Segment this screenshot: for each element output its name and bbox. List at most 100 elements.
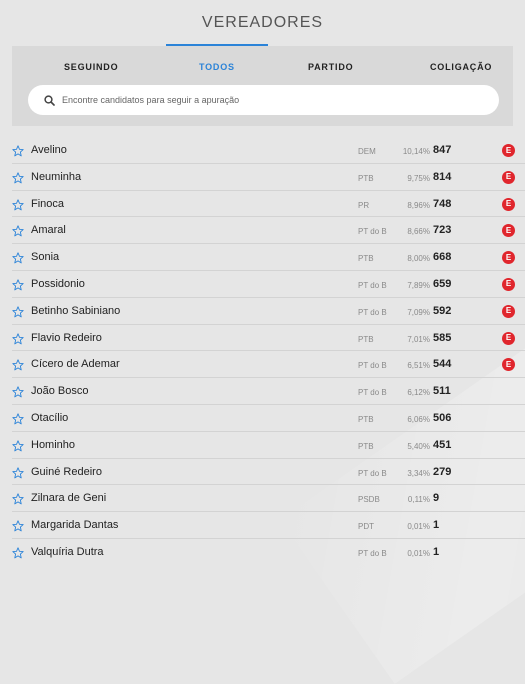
candidate-votes: 1 <box>433 545 440 558</box>
candidate-party: PT do B <box>358 548 387 558</box>
candidate-votes: 511 <box>433 385 451 398</box>
candidate-name: Cícero de Ademar <box>31 358 120 371</box>
candidate-votes: 451 <box>433 438 452 451</box>
candidate-name: Sonia <box>31 251 60 264</box>
candidate-percentage: 9,75% <box>407 173 430 183</box>
candidate-row[interactable]: Sonia PTB 8,00% 668 E <box>12 244 525 271</box>
star-icon[interactable] <box>12 412 24 425</box>
candidate-row[interactable]: Neuminha PTB 9,75% 814 E <box>12 164 525 191</box>
filter-panel: SEGUINDO TODOS PARTIDO COLIGAÇÃO <box>12 46 513 126</box>
candidate-party: PT do B <box>358 307 387 317</box>
candidate-percentage: 6,12% <box>407 388 430 398</box>
search-icon <box>42 93 56 107</box>
tab-bar: SEGUINDO TODOS PARTIDO COLIGAÇÃO <box>12 46 513 84</box>
candidate-votes: 585 <box>433 331 452 344</box>
candidate-name: Amaral <box>31 224 66 237</box>
candidate-votes: 506 <box>433 411 452 424</box>
candidate-party: PT do B <box>358 388 387 398</box>
candidate-party: PTB <box>358 334 374 344</box>
candidate-party: PDT <box>358 522 374 532</box>
candidate-row[interactable]: Zilnara de Geni PSDB 0,11% 9 <box>12 485 525 513</box>
candidate-row[interactable]: João Bosco PT do B 6,12% 511 <box>12 378 525 405</box>
candidate-percentage: 5,40% <box>407 441 430 451</box>
elected-badge: E <box>502 304 515 318</box>
candidate-name: Otacílio <box>31 411 69 424</box>
star-icon[interactable] <box>12 492 24 505</box>
star-icon[interactable] <box>12 198 24 210</box>
candidate-name: Flavio Redeiro <box>31 331 102 344</box>
candidate-name: Neuminha <box>31 170 82 183</box>
elected-badge: E <box>502 197 515 211</box>
candidate-name: Finoca <box>31 197 65 210</box>
candidate-name: Guiné Redeiro <box>31 465 102 478</box>
candidate-percentage: 8,66% <box>407 227 430 237</box>
star-icon[interactable] <box>12 251 24 264</box>
candidate-party: PTB <box>358 254 374 264</box>
elected-badge: E <box>502 224 515 238</box>
candidate-name: Avelino <box>31 144 67 156</box>
search-bar[interactable] <box>28 85 499 115</box>
star-icon[interactable] <box>12 171 24 184</box>
candidate-row[interactable]: Otacílio PTB 6,06% 506 <box>12 405 525 432</box>
candidate-party: PT do B <box>358 280 387 290</box>
candidate-row[interactable]: Flavio Redeiro PTB 7,01% 585 E <box>12 325 525 352</box>
tab-todos[interactable]: TODOS <box>199 62 235 72</box>
elected-badge: E <box>502 331 515 345</box>
star-icon[interactable] <box>12 305 24 318</box>
candidate-name: Zilnara de Geni <box>31 492 107 505</box>
tab-coligacao[interactable]: COLIGAÇÃO <box>430 62 492 72</box>
candidate-party: PTB <box>358 414 374 424</box>
candidate-list: Avelino DEM 10,14% 847 E Neuminha PTB 9,75% 814 E… <box>12 137 525 566</box>
candidate-row[interactable]: Cícero de Ademar PT do B 6,51% 544 E <box>12 351 525 379</box>
candidate-votes: 659 <box>433 277 452 290</box>
candidate-name: João Bosco <box>31 385 89 398</box>
search-input[interactable] <box>62 95 482 105</box>
elected-badge: E <box>502 251 515 265</box>
candidate-row[interactable]: Valquíria Dutra PT do B 0,01% 1 <box>12 539 525 566</box>
candidate-percentage: 6,06% <box>407 414 430 424</box>
candidate-row[interactable]: Avelino DEM 10,14% 847 E <box>12 137 525 164</box>
elected-badge: E <box>502 277 515 291</box>
candidate-votes: 847 <box>433 144 452 156</box>
star-icon[interactable] <box>12 385 24 398</box>
candidate-party: PT do B <box>358 361 387 371</box>
star-icon[interactable] <box>12 358 24 371</box>
star-icon[interactable] <box>12 466 24 478</box>
candidate-votes: 668 <box>433 251 452 264</box>
candidate-row[interactable]: Guiné Redeiro PT do B 3,34% 279 <box>12 459 525 486</box>
candidate-name: Hominho <box>31 438 76 451</box>
tab-partido[interactable]: PARTIDO <box>308 62 353 72</box>
candidate-percentage: 0,01% <box>407 548 430 558</box>
elected-badge: E <box>502 358 515 372</box>
candidate-votes: 544 <box>433 358 452 371</box>
candidate-row[interactable]: Finoca PR 8,96% 748 E <box>12 191 525 218</box>
candidate-percentage: 0,11% <box>407 495 430 505</box>
star-icon[interactable] <box>12 278 24 291</box>
candidate-party: PTB <box>358 173 374 183</box>
candidate-votes: 279 <box>433 465 452 478</box>
candidate-votes: 592 <box>433 304 452 317</box>
candidate-votes: 9 <box>433 492 440 505</box>
star-icon[interactable] <box>12 144 24 157</box>
star-icon[interactable] <box>12 546 24 559</box>
candidate-row[interactable]: Amaral PT do B 8,66% 723 E <box>12 217 525 245</box>
star-icon[interactable] <box>12 224 24 237</box>
star-icon[interactable] <box>12 332 24 344</box>
candidate-percentage: 8,00% <box>407 254 430 264</box>
candidate-row[interactable]: Hominho PTB 5,40% 451 <box>12 432 525 459</box>
star-icon[interactable] <box>12 439 24 452</box>
candidate-votes: 814 <box>433 170 452 183</box>
candidate-party: PR <box>358 200 370 210</box>
candidate-party: PSDB <box>358 495 380 505</box>
candidate-percentage: 8,96% <box>407 200 430 210</box>
candidate-row[interactable]: Margarida Dantas PDT 0,01% 1 <box>12 512 525 539</box>
candidate-name: Valquíria Dutra <box>31 545 104 558</box>
candidate-votes: 723 <box>433 224 452 237</box>
candidate-percentage: 3,34% <box>407 468 430 478</box>
candidate-row[interactable]: Betinho Sabiniano PT do B 7,09% 592 E <box>12 298 525 325</box>
star-icon[interactable] <box>12 519 24 532</box>
candidate-percentage: 0,01% <box>407 522 430 532</box>
candidate-row[interactable]: Possidonio PT do B 7,89% 659 E <box>12 271 525 298</box>
candidate-percentage: 7,01% <box>407 334 430 344</box>
tab-seguindo[interactable]: SEGUINDO <box>64 62 118 72</box>
